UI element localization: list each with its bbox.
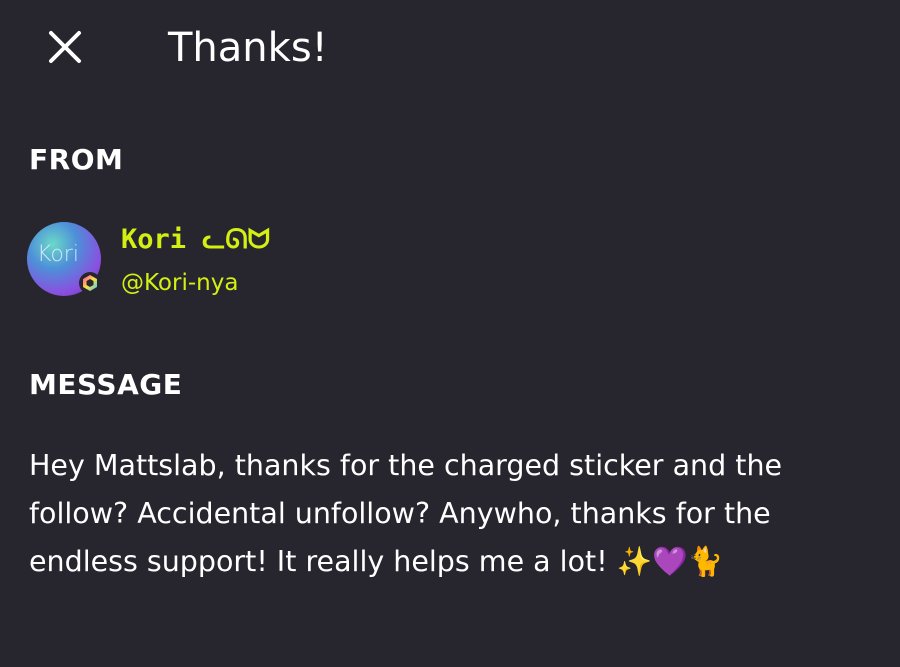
avatar[interactable]: Kori [27, 222, 101, 296]
close-button[interactable] [38, 20, 92, 74]
thanks-dialog: Thanks! FROM Kori Kori ᓚᘏᗢ @Kori-nya MES… [0, 0, 900, 667]
header: Thanks! [0, 0, 900, 96]
close-icon [49, 31, 81, 63]
message-text: Hey Mattslab, thanks for the charged sti… [29, 449, 783, 578]
page-title: Thanks! [168, 25, 328, 71]
hexagon-badge-icon [79, 272, 101, 294]
username[interactable]: @Kori-nya [121, 270, 238, 296]
message-label: MESSAGE [29, 368, 183, 401]
sender-profile[interactable]: Kori Kori ᓚᘏᗢ @Kori-nya [27, 222, 627, 302]
display-name[interactable]: Kori ᓚᘏᗢ [121, 224, 270, 256]
avatar-text: Kori [37, 242, 79, 267]
from-label: FROM [29, 143, 124, 176]
